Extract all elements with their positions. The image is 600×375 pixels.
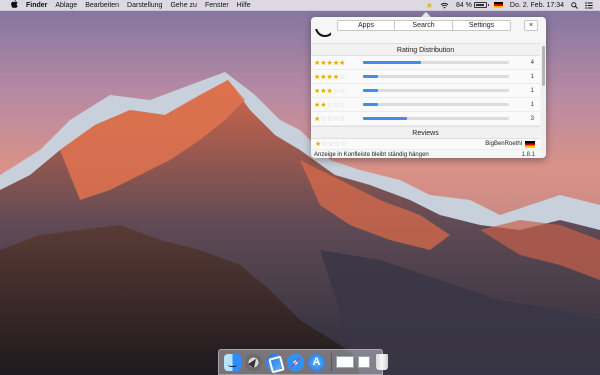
rating-bar-track bbox=[363, 117, 509, 120]
menu-bearbeiten[interactable]: Bearbeiten bbox=[85, 2, 119, 9]
rating-count: 1 bbox=[530, 73, 534, 80]
battery-icon bbox=[473, 2, 489, 8]
rating-stars: ★★★☆☆ bbox=[314, 87, 346, 95]
menu-darstellung[interactable]: Darstellung bbox=[127, 2, 162, 9]
review-title-row: Anzeige in Konfleiste bleibt ständig hän… bbox=[311, 150, 540, 158]
notification-center-icon[interactable] bbox=[585, 1, 593, 9]
rating-stars: ★★★★☆ bbox=[314, 73, 346, 81]
close-button[interactable]: × bbox=[524, 20, 538, 31]
tab-settings[interactable]: Settings bbox=[453, 20, 511, 31]
segmented-tabs: Apps Search Settings bbox=[337, 20, 511, 31]
menu-bar: Finder Ablage Bearbeiten Darstellung Geh… bbox=[0, 0, 600, 11]
rating-row-2-stars: ★★☆☆☆ 1 bbox=[311, 98, 540, 112]
review-item[interactable]: ★☆☆☆☆ BigBenRoethl bbox=[311, 139, 540, 150]
launchpad-icon[interactable] bbox=[245, 353, 262, 371]
rating-stars: ★★☆☆☆ bbox=[314, 101, 346, 109]
dock-separator bbox=[331, 353, 332, 371]
star-status-icon[interactable]: ★ bbox=[426, 1, 433, 10]
rating-stars: ★☆☆☆☆ bbox=[314, 115, 346, 123]
popover-scrollbar[interactable] bbox=[541, 43, 546, 158]
rating-count: 1 bbox=[530, 101, 534, 108]
rating-bar-track bbox=[363, 103, 509, 106]
trash-icon[interactable] bbox=[376, 354, 388, 370]
wifi-icon[interactable] bbox=[440, 2, 449, 9]
battery-percent: 84 % bbox=[455, 1, 472, 9]
rating-count: 4 bbox=[530, 59, 534, 66]
menu-fenster[interactable]: Fenster bbox=[205, 2, 229, 9]
review-rating-stars: ★☆☆☆☆ bbox=[315, 141, 347, 148]
apple-menu-icon[interactable] bbox=[9, 0, 19, 10]
rating-row-3-stars: ★★★☆☆ 1 bbox=[311, 84, 540, 98]
status-area: ★ 84 % Do. 2. Feb. 17:34 bbox=[426, 0, 600, 11]
rating-count: 3 bbox=[530, 115, 534, 122]
rating-bar-track bbox=[363, 75, 509, 78]
app-icon bbox=[315, 29, 331, 39]
safari-icon[interactable] bbox=[287, 353, 304, 371]
ratings-popover: Apps Search Settings × Rating Distributi… bbox=[311, 17, 546, 158]
minimized-window-icon[interactable] bbox=[336, 356, 354, 368]
rating-distribution-list: ★★★★★ 4 ★★★★☆ 1 ★★★☆☆ 1 ★★☆☆☆ 1 ★☆☆☆☆ 3 bbox=[311, 56, 540, 126]
popover-content: Rating Distribution ★★★★★ 4 ★★★★☆ 1 ★★★☆☆ 1 ★★… bbox=[311, 43, 540, 158]
battery-status[interactable]: 84 % bbox=[455, 1, 489, 9]
rating-row-5-stars: ★★★★★ 4 bbox=[311, 56, 540, 70]
scrollbar-thumb[interactable] bbox=[542, 46, 545, 86]
dock bbox=[218, 349, 388, 375]
app-store-icon[interactable] bbox=[308, 353, 325, 371]
battery-level-fill bbox=[475, 4, 485, 6]
clock[interactable]: Do. 2. Feb. 17:34 bbox=[510, 2, 564, 9]
rating-bar-track bbox=[363, 89, 509, 92]
menu-hilfe[interactable]: Hilfe bbox=[237, 2, 251, 9]
rating-row-4-stars: ★★★★☆ 1 bbox=[311, 70, 540, 84]
reviews-header: Reviews bbox=[311, 126, 540, 139]
rating-stars: ★★★★★ bbox=[314, 59, 346, 67]
rating-row-1-stars: ★☆☆☆☆ 3 bbox=[311, 112, 540, 126]
input-source-flag-icon[interactable] bbox=[493, 2, 503, 8]
rating-bar-fill bbox=[363, 103, 378, 106]
menu-finder[interactable]: Finder bbox=[26, 2, 47, 9]
rating-bar-fill bbox=[363, 75, 378, 78]
minimized-window-icon[interactable] bbox=[358, 356, 370, 368]
menu-gehe-zu[interactable]: Gehe zu bbox=[170, 2, 196, 9]
rating-distribution-header: Rating Distribution bbox=[311, 43, 540, 56]
rating-bar-fill bbox=[363, 89, 378, 92]
review-title: Anzeige in Konfleiste bleibt ständig hän… bbox=[314, 151, 429, 158]
review-version: 1.8.1 bbox=[521, 151, 535, 158]
rating-bar-fill bbox=[363, 61, 422, 64]
xcode-icon[interactable] bbox=[266, 353, 283, 371]
germany-flag-icon bbox=[525, 140, 535, 148]
rating-count: 1 bbox=[530, 87, 534, 94]
tab-search[interactable]: Search bbox=[395, 20, 453, 31]
spotlight-search-icon[interactable] bbox=[571, 1, 578, 9]
menu-ablage[interactable]: Ablage bbox=[55, 2, 77, 9]
rating-bar-track bbox=[363, 61, 509, 64]
tab-apps[interactable]: Apps bbox=[337, 20, 395, 31]
finder-icon[interactable] bbox=[224, 353, 241, 371]
review-author: BigBenRoethl bbox=[485, 141, 522, 147]
rating-bar-fill bbox=[363, 117, 407, 120]
